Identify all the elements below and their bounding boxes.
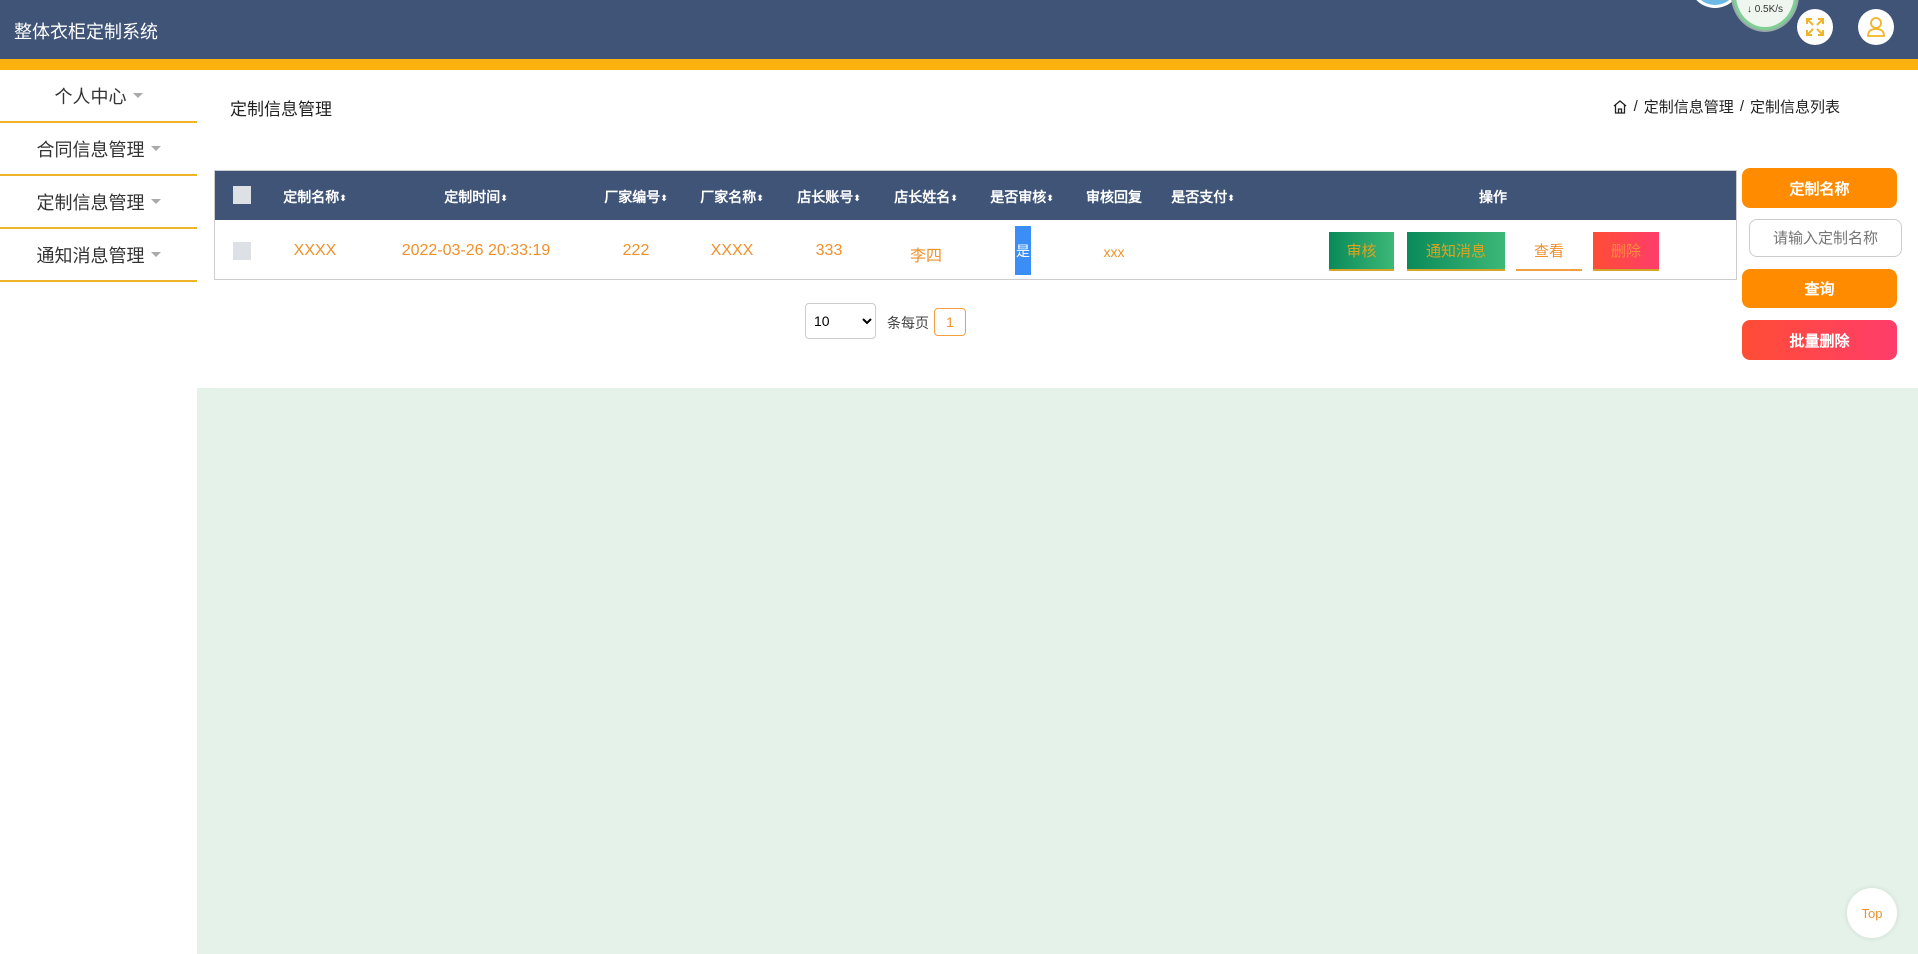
expand-icon [1806,18,1824,36]
row-checkbox[interactable] [233,242,251,260]
view-button[interactable]: 查看 [1516,232,1582,271]
sort-icon: ⬍ [660,193,668,203]
cell-factory-no: 222 [622,242,650,259]
user-button[interactable] [1858,9,1894,45]
cell-factory-name: XXXX [710,242,754,259]
search-name-input[interactable] [1749,219,1902,257]
column-header-reviewed[interactable]: 是否审核⬍ [990,187,1054,207]
sort-icon: ⬍ [853,193,861,203]
column-header-manager-account[interactable]: 店长账号⬍ [797,187,861,207]
sort-icon: ⬍ [1046,193,1054,203]
sidebar-item-label: 定制信息管理 [36,192,145,213]
sidebar: 个人中心 合同信息管理 定制信息管理 通知消息管理 [0,70,197,282]
select-all-checkbox[interactable] [233,186,251,204]
column-header-factory-name[interactable]: 厂家名称⬍ [700,187,764,207]
data-table: 定制名称⬍ 定制时间⬍ 厂家编号⬍ 厂家名称⬍ 店长账号⬍ 店长姓名⬍ 是否审核… [214,170,1737,280]
delete-button[interactable]: 删除 [1593,232,1659,271]
cell-manager-name: 李四 [909,248,943,265]
notify-button[interactable]: 通知消息 [1407,232,1505,271]
cell-name: XXXX [293,242,337,259]
query-button[interactable]: 查询 [1742,269,1897,308]
caret-down-icon [150,199,161,209]
breadcrumb-separator: / [1633,98,1638,115]
caret-down-icon [132,93,143,103]
content-background [197,388,1918,954]
sidebar-item-personal-center[interactable]: 个人中心 [0,70,197,123]
sort-icon: ⬍ [500,193,508,203]
batch-delete-button[interactable]: 批量删除 [1742,320,1897,360]
breadcrumb-item: 定制信息列表 [1749,99,1840,116]
app-title: 整体衣柜定制系统 [14,22,158,42]
back-to-top-button[interactable]: Top [1847,888,1897,938]
cell-time: 2022-03-26 20:33:19 [401,242,551,259]
sidebar-item-label: 通知消息管理 [36,245,145,266]
review-button[interactable]: 审核 [1329,232,1394,271]
breadcrumb: / 定制信息管理 / 定制信息列表 [1612,96,1840,117]
cell-reply: xxx [1103,244,1125,260]
breadcrumb-item[interactable]: 定制信息管理 [1644,96,1734,117]
table-header: 定制名称⬍ 定制时间⬍ 厂家编号⬍ 厂家名称⬍ 店长账号⬍ 店长姓名⬍ 是否审核… [215,171,1736,220]
sort-icon: ⬍ [950,193,958,203]
accent-stripe [0,59,1918,70]
breadcrumb-separator: / [1739,98,1744,115]
caret-down-icon [150,146,161,156]
net-speed: ↓ 0.5K/s [1746,4,1784,15]
user-icon [1867,17,1885,37]
sidebar-item-customization[interactable]: 定制信息管理 [0,176,197,229]
column-header-time[interactable]: 定制时间⬍ [444,187,508,207]
page-size-select[interactable]: 10 [805,303,876,339]
column-header-paid[interactable]: 是否支付⬍ [1171,187,1235,207]
sort-icon: ⬍ [339,193,347,203]
fullscreen-button[interactable] [1797,9,1833,45]
sidebar-item-notifications[interactable]: 通知消息管理 [0,229,197,282]
per-page-label: 条每页 [887,315,929,331]
column-header-reply: 审核回复 [1086,189,1142,205]
caret-down-icon [150,252,161,262]
sort-icon: ⬍ [1227,193,1235,203]
column-header-factory-no[interactable]: 厂家编号⬍ [604,187,668,207]
sort-icon: ⬍ [756,193,764,203]
sidebar-item-label: 个人中心 [54,86,127,107]
column-header-manager-name[interactable]: 店长姓名⬍ [894,187,958,207]
column-header-actions: 操作 [1479,189,1507,205]
sidebar-item-contracts[interactable]: 合同信息管理 [0,123,197,176]
page-1-button[interactable]: 1 [934,308,966,336]
home-icon[interactable] [1612,99,1628,115]
cell-reviewed-badge: 是 [1015,226,1031,275]
sidebar-item-label: 合同信息管理 [36,139,145,160]
column-header-name[interactable]: 定制名称⬍ [283,187,347,207]
top-bar: 整体衣柜定制系统 [0,0,1918,59]
cell-manager-account: 333 [815,242,843,259]
search-field-label: 定制名称 [1742,168,1897,208]
page-title: 定制信息管理 [230,100,332,119]
